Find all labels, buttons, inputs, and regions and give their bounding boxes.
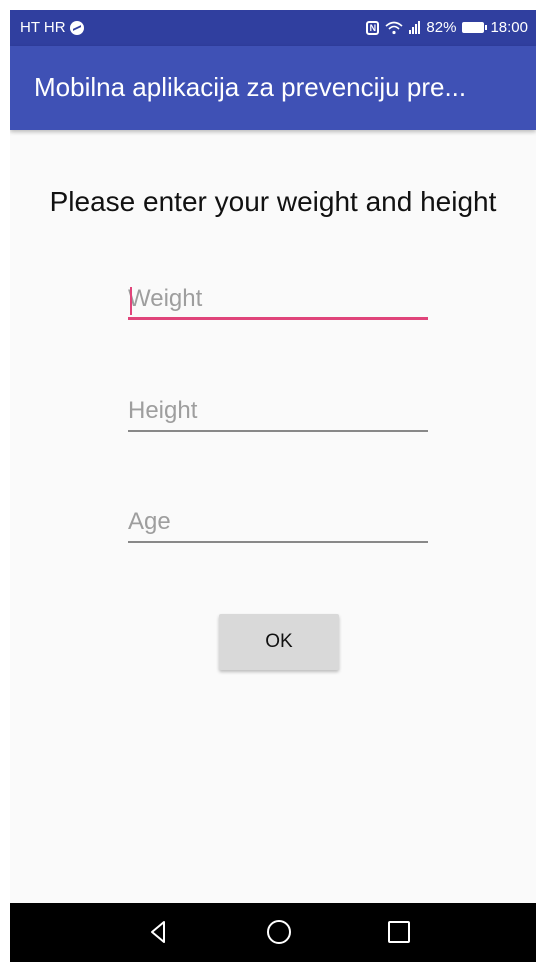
age-field[interactable]	[128, 503, 428, 543]
battery-percent: 82%	[426, 19, 457, 36]
height-underline	[128, 430, 428, 432]
back-icon[interactable]	[142, 915, 176, 949]
carrier-name: HT HR	[20, 19, 66, 36]
weight-underline	[128, 317, 428, 320]
height-field[interactable]	[128, 392, 428, 432]
weight-field[interactable]	[128, 280, 428, 320]
signal-icon	[409, 21, 421, 34]
height-input[interactable]	[128, 392, 428, 430]
age-input[interactable]	[128, 503, 428, 541]
nfc-icon: N	[366, 20, 380, 35]
ok-button[interactable]: OK	[219, 614, 339, 670]
navigation-bar	[10, 903, 536, 962]
status-bar: HT HR N 82% 18:00	[10, 10, 536, 46]
clock: 18:00	[490, 19, 528, 36]
home-icon[interactable]	[262, 915, 296, 949]
battery-icon	[462, 22, 488, 33]
app-screen: HT HR N 82% 18:00 Mobilna aplikacija za …	[10, 10, 536, 962]
form-prompt: Please enter your weight and height	[49, 186, 497, 217]
app-bar: Mobilna aplikacija za prevenciju pre...	[10, 46, 536, 130]
age-underline	[128, 541, 428, 543]
status-right: N 82% 18:00	[366, 19, 528, 36]
weight-input[interactable]	[128, 280, 428, 318]
text-cursor	[130, 287, 132, 315]
recents-icon[interactable]	[382, 915, 416, 949]
messenger-icon	[69, 20, 84, 35]
status-left: HT HR	[20, 19, 84, 36]
app-title: Mobilna aplikacija za prevenciju pre...	[34, 72, 467, 102]
wifi-icon	[385, 21, 403, 34]
